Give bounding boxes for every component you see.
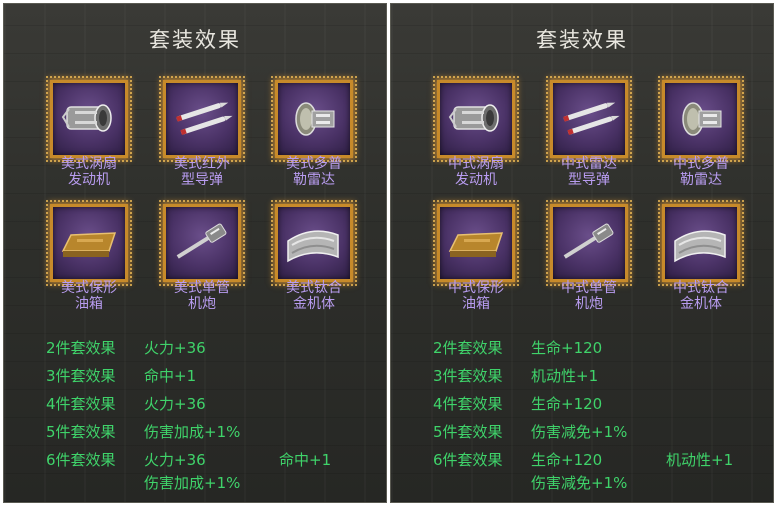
item-name: 中式多普 勒雷达 (673, 156, 729, 188)
titanium-body-icon (287, 230, 339, 263)
panel-title: 套装效果 (149, 28, 241, 52)
item-name: 中式保形 油箱 (448, 280, 504, 312)
item-slot-engine[interactable] (433, 76, 519, 162)
item-slot-cannon[interactable] (546, 200, 632, 286)
item-name: 中式单管 机炮 (561, 280, 617, 312)
set-bonus-row: 4件套效果 生命+120 (433, 395, 603, 413)
set-bonus-panel-cn: 套装效果 中式涡扇 发动机 中式雷达 型导弹 中式多普 勒雷达 中式保形 油箱 … (390, 3, 774, 503)
item-name: 中式雷达 型导弹 (561, 156, 617, 188)
set-bonus-row: 2件套效果 生命+120 (433, 339, 603, 357)
item-slot-engine[interactable] (46, 76, 132, 162)
radar-icon (682, 102, 722, 136)
item-slot-missile[interactable] (546, 76, 632, 162)
turbofan-engine-icon (448, 104, 499, 132)
set-bonus-row: 6件套效果 生命+120 伤害减免+1% 机动性+1 (433, 451, 734, 492)
fuel-tank-icon (61, 232, 117, 257)
turbofan-engine-icon (61, 104, 112, 132)
item-slot-missile[interactable] (159, 76, 245, 162)
item-slot-fuel-tank[interactable] (433, 200, 519, 286)
item-name: 美式涡扇 发动机 (61, 156, 117, 188)
item-name: 美式钛合 金机体 (286, 280, 342, 312)
item-name: 美式多普 勒雷达 (286, 156, 342, 188)
set-bonus-panel-us: 套装效果 美式涡扇 发动机 美式红外 型导弹 美式多普 勒雷达 美式保形 油箱 … (3, 3, 387, 503)
item-slot-radar[interactable] (271, 76, 357, 162)
fuel-tank-icon (448, 232, 504, 257)
missile-icon (563, 102, 620, 135)
item-slot-radar[interactable] (658, 76, 744, 162)
set-bonus-row: 3件套效果 命中+1 (46, 367, 197, 385)
set-bonus-row: 6件套效果 火力+36 伤害加成+1% 命中+1 (46, 451, 332, 492)
set-bonus-row: 5件套效果 伤害减免+1% (433, 423, 628, 441)
cannon-icon (176, 223, 227, 259)
item-slot-titanium-body[interactable] (271, 200, 357, 286)
titanium-body-icon (674, 230, 726, 263)
item-name: 中式钛合 金机体 (673, 280, 729, 312)
set-bonus-row: 4件套效果 火力+36 (46, 395, 206, 413)
set-bonus-row: 5件套效果 伤害加成+1% (46, 423, 241, 441)
item-slot-titanium-body[interactable] (658, 200, 744, 286)
set-bonus-row: 3件套效果 机动性+1 (433, 367, 599, 385)
radar-icon (295, 102, 335, 136)
set-bonus-row: 2件套效果 火力+36 (46, 339, 206, 357)
item-slot-cannon[interactable] (159, 200, 245, 286)
panel-title: 套装效果 (536, 28, 628, 52)
item-slot-fuel-tank[interactable] (46, 200, 132, 286)
item-name: 美式红外 型导弹 (174, 156, 230, 188)
cannon-icon (563, 223, 614, 259)
missile-icon (176, 102, 233, 135)
item-name: 美式保形 油箱 (61, 280, 117, 312)
item-name: 美式单管 机炮 (174, 280, 230, 312)
item-name: 中式涡扇 发动机 (448, 156, 504, 188)
